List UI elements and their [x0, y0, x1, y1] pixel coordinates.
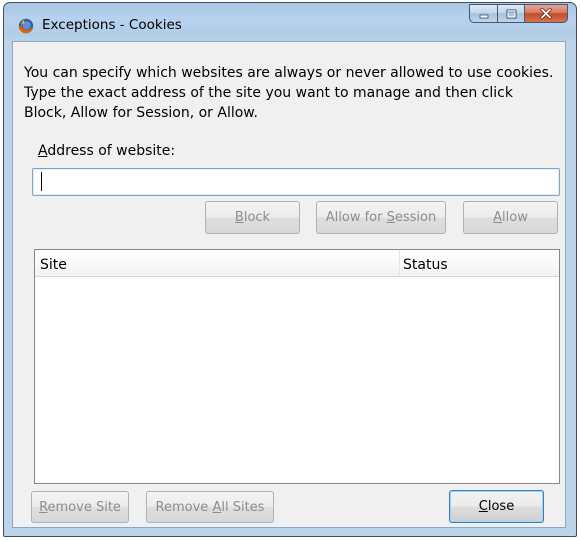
minimize-icon	[479, 4, 489, 23]
block-button-text: Block	[229, 206, 276, 229]
close-icon	[540, 4, 552, 23]
allow-session-pre: Allow for	[325, 210, 387, 225]
allow-session-text: Allow for Session	[320, 206, 442, 229]
remove-all-sites-button[interactable]: Remove All Sites	[146, 491, 274, 523]
address-label-rest: ddress of website:	[47, 143, 176, 159]
title-bar[interactable]: Exceptions - Cookies	[4, 3, 576, 41]
allow-session-accel: S	[386, 210, 395, 225]
remove-all-pre: Remove	[155, 499, 213, 515]
firefox-icon	[18, 18, 34, 34]
close-dialog-button[interactable]: Close	[449, 490, 544, 523]
allow-for-session-button[interactable]: Allow for Session	[316, 201, 446, 234]
block-button[interactable]: Block	[205, 201, 300, 234]
column-header-site[interactable]: Site	[40, 257, 67, 273]
remove-all-text: Remove All Sites	[150, 496, 271, 519]
column-separator[interactable]	[399, 250, 400, 276]
minimize-button[interactable]	[469, 4, 497, 23]
address-input[interactable]	[32, 168, 560, 196]
close-accel: C	[478, 499, 488, 514]
column-header-status[interactable]: Status	[403, 257, 448, 273]
address-label-accel: A	[38, 143, 48, 159]
description-text: You can specify which websites are alway…	[24, 65, 554, 121]
remove-site-accel: R	[39, 499, 48, 515]
close-button[interactable]	[524, 4, 568, 23]
remove-site-text: Remove Site	[33, 496, 127, 519]
block-accel: B	[234, 210, 244, 225]
text-caret	[41, 172, 42, 191]
exceptions-list[interactable]: Site Status	[34, 249, 560, 484]
close-button-text: Close	[473, 495, 520, 518]
remove-site-button[interactable]: Remove Site	[31, 491, 129, 523]
maximize-button[interactable]	[497, 4, 524, 23]
allow-button-text: Allow	[487, 206, 534, 229]
list-header: Site Status	[35, 250, 559, 277]
allow-button[interactable]: Allow	[463, 201, 558, 234]
caption-buttons	[469, 4, 568, 23]
remove-all-accel: A	[212, 499, 222, 515]
allow-session-post: ession	[394, 210, 437, 225]
address-label: Address of website:	[38, 143, 175, 159]
block-post: lock	[243, 210, 271, 225]
remove-site-post: emove Site	[47, 499, 121, 515]
remove-all-post: ll Sites	[221, 499, 265, 515]
allow-post: llow	[502, 210, 528, 225]
window-title: Exceptions - Cookies	[42, 17, 182, 33]
allow-accel: A	[493, 210, 503, 225]
maximize-icon	[506, 4, 517, 23]
close-post: lose	[487, 499, 515, 514]
